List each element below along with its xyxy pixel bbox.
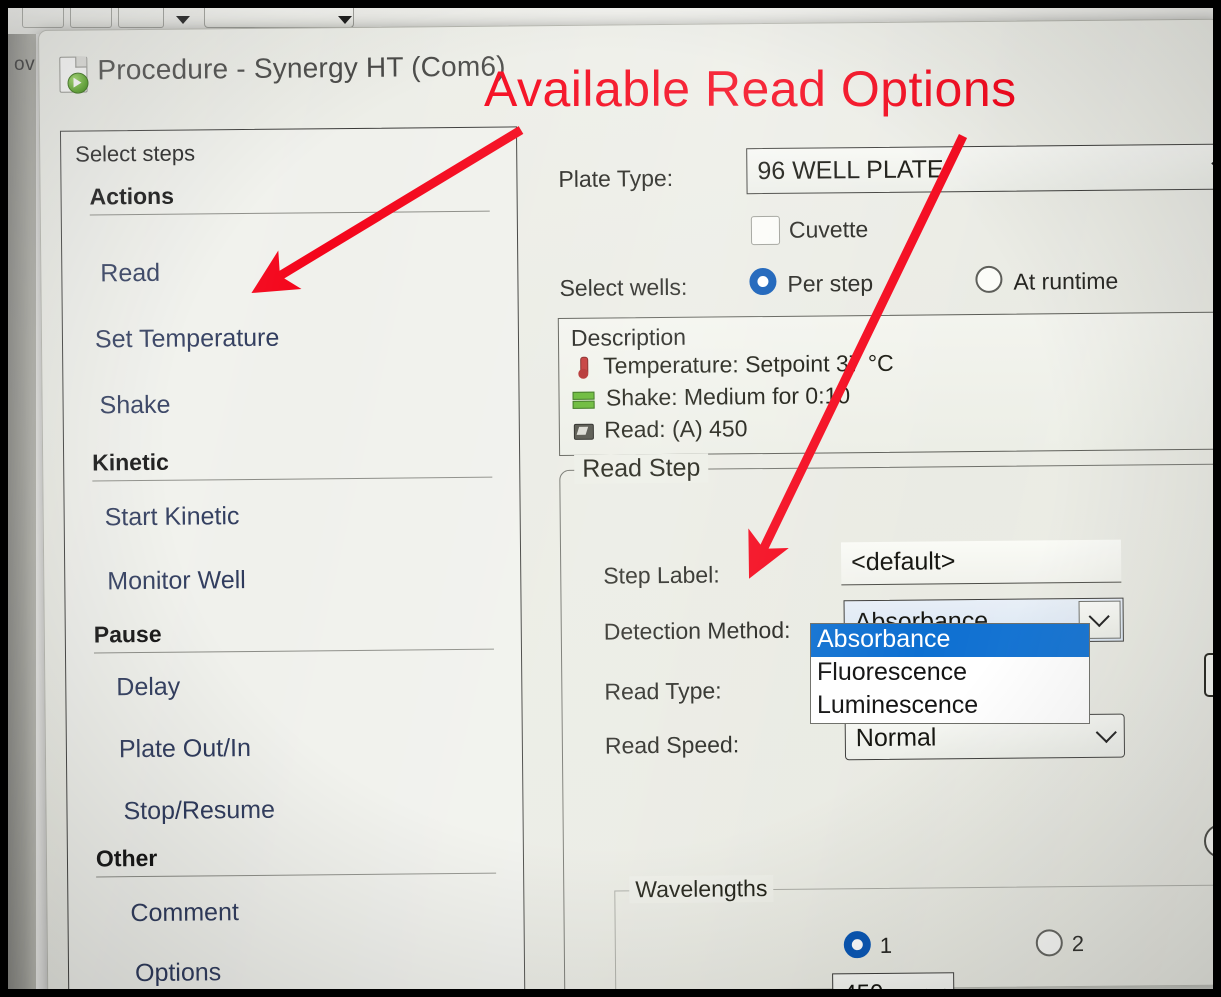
step-item-read[interactable]: Read (100, 259, 160, 289)
read-speed-value: Normal (855, 722, 937, 752)
chevron-down-icon (1088, 605, 1110, 628)
cuvette-label: Cuvette (788, 216, 869, 243)
wavelength-value-select[interactable]: 450 (832, 972, 955, 989)
group-divider (92, 476, 493, 482)
wavelengths-group: Wavelengths 1 2 450 (614, 874, 1213, 989)
step-group-kinetic: Kinetic (92, 446, 493, 482)
cutoff-field-right[interactable] (1204, 653, 1213, 697)
description-text: Read: (A) 450 (604, 415, 748, 443)
toolbar-chevron-down-icon-2[interactable] (338, 16, 352, 24)
dropdown-option-fluorescence[interactable]: Fluorescence (811, 657, 1089, 690)
radio-at-runtime[interactable] (975, 265, 1003, 294)
toolbar-chevron-down-icon-1[interactable] (176, 16, 190, 24)
step-group-actions: Actions (89, 180, 490, 216)
description-row-shake: Shake: Medium for 0:10 (571, 382, 850, 412)
wavelengths-title: Wavelengths (629, 874, 774, 904)
read-step-title: Read Step (574, 453, 709, 484)
radio-wavelength-1[interactable] (843, 931, 871, 959)
per-step-label: Per step (787, 269, 874, 297)
procedure-dialog: Procedure - Synergy HT (Com6) Select ste… (38, 18, 1213, 989)
radio-per-step[interactable] (749, 267, 777, 296)
step-group-other: Other (95, 842, 497, 878)
plate-type-label: Plate Type: (558, 164, 674, 193)
group-heading: Pause (93, 620, 162, 648)
description-row-read: Read: (A) 450 (572, 415, 748, 444)
window-title: Procedure - Synergy HT (Com6) (97, 50, 506, 86)
detection-method-label: Detection Method: (603, 616, 791, 645)
plate-type-value: 96 WELL PLATE (757, 154, 944, 185)
description-row-temperature: Temperature: Setpoint 37 °C (571, 350, 894, 380)
read-type-label: Read Type: (604, 677, 722, 705)
chevron-down-icon (1095, 721, 1117, 744)
read-speed-label: Read Speed: (604, 731, 740, 759)
dropdown-option-absorbance[interactable]: Absorbance (811, 624, 1089, 657)
group-divider (96, 872, 497, 878)
read-step-group: Read Step Step Label: <default> Detectio… (559, 453, 1213, 989)
photo-frame: ov Procedure - Synergy HT (Com6) Select … (0, 0, 1221, 997)
read-settings-pane: Plate Type: 96 WELL PLATE Cuvette Select… (532, 112, 1213, 989)
annotation-title: Available Read Options (484, 61, 1017, 117)
description-title: Description (570, 323, 687, 351)
toolbar-button-1[interactable] (22, 8, 64, 28)
select-steps-title: Select steps (75, 140, 196, 167)
step-item-delay[interactable]: Delay (116, 673, 180, 703)
step-item-stop-resume[interactable]: Stop/Resume (123, 796, 275, 826)
select-wells-label: Select wells: (559, 273, 688, 302)
radio-wavelength-2[interactable] (1035, 929, 1063, 957)
step-item-options[interactable]: Options (135, 958, 221, 988)
step-group-pause: Pause (94, 618, 494, 654)
group-heading: Other (95, 844, 158, 872)
shake-icon (571, 388, 595, 410)
step-item-shake[interactable]: Shake (99, 391, 170, 421)
procedure-document-icon (59, 56, 89, 94)
wavelength-2-label: 2 (1071, 931, 1085, 957)
step-item-plate-out-in[interactable]: Plate Out/In (119, 734, 251, 764)
step-item-start-kinetic[interactable]: Start Kinetic (105, 502, 240, 532)
background-left-strip (8, 34, 36, 989)
chevron-down-icon (1211, 152, 1213, 174)
description-text: Temperature: Setpoint 37 °C (603, 349, 894, 379)
toolbar-combo[interactable] (204, 8, 354, 28)
thermometer-icon (571, 356, 593, 379)
group-divider (93, 648, 494, 654)
group-heading: Kinetic (92, 448, 169, 476)
toolbar-button-2[interactable] (70, 8, 112, 28)
plate-type-select[interactable]: 96 WELL PLATE (746, 143, 1213, 195)
group-divider (89, 210, 490, 216)
step-label-value: <default> (851, 547, 956, 577)
screen-photo: ov Procedure - Synergy HT (Com6) Select … (8, 8, 1213, 989)
step-item-monitor-well[interactable]: Monitor Well (107, 566, 246, 596)
read-cube-icon (572, 420, 594, 442)
select-steps-panel: Select steps Actions Read Set Temperatur… (59, 126, 526, 989)
background-partial-label: ov (14, 54, 36, 75)
step-item-set-temperature[interactable]: Set Temperature (95, 324, 280, 355)
step-label-input[interactable]: <default> (840, 539, 1122, 586)
step-label-label: Step Label: (603, 561, 720, 589)
description-box: Description Temperature: Setpoint 37 °C … (557, 311, 1213, 457)
wavelength-1-label: 1 (879, 932, 893, 958)
wavelength-value: 450 (833, 980, 883, 989)
group-heading: Actions (89, 182, 175, 210)
dropdown-option-luminescence[interactable]: Luminescence (811, 690, 1089, 723)
chevron-down-icon (925, 979, 947, 989)
description-text: Shake: Medium for 0:10 (605, 382, 851, 411)
at-runtime-label: At runtime (1013, 267, 1119, 295)
toolbar-button-3[interactable] (118, 8, 164, 28)
step-item-comment[interactable]: Comment (130, 898, 239, 928)
cuvette-checkbox[interactable] (750, 215, 781, 246)
detection-method-dropdown-list[interactable]: Absorbance Fluorescence Luminescence (810, 623, 1090, 724)
